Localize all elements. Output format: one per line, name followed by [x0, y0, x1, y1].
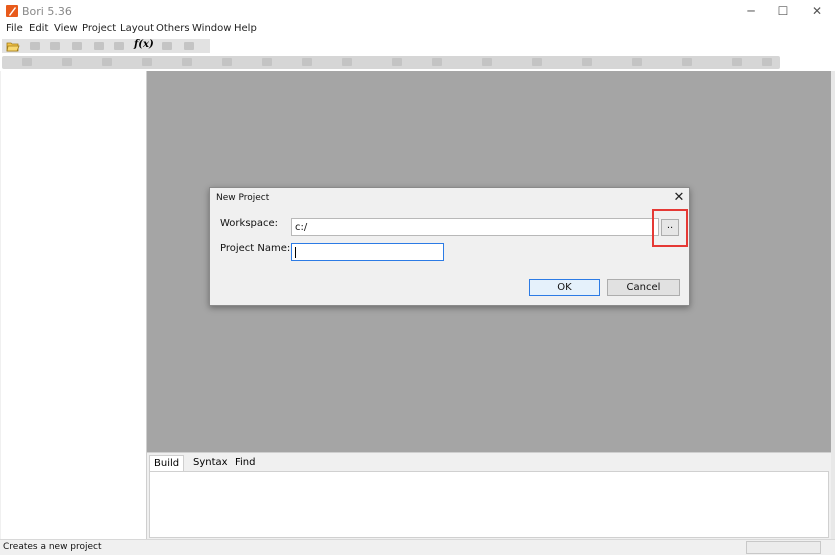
disabled-tool-icon[interactable] — [682, 58, 692, 66]
ok-button[interactable]: OK — [529, 279, 600, 296]
disabled-tool-icon[interactable] — [262, 58, 272, 66]
disabled-tool-icon[interactable] — [482, 58, 492, 66]
disabled-tool-icon[interactable] — [22, 58, 32, 66]
dialog-close-button[interactable]: ✕ — [672, 191, 686, 205]
disabled-tool-icon[interactable] — [162, 42, 172, 50]
tab-build[interactable]: Build — [149, 455, 185, 472]
menu-project[interactable]: Project — [82, 23, 116, 34]
disabled-tool-icon[interactable] — [392, 58, 402, 66]
title-bar: Bori 5.36 ─ ☐ ✕ — [0, 0, 835, 22]
text-caret — [295, 247, 296, 258]
window-title: Bori 5.36 — [22, 5, 72, 18]
disabled-tool-icon[interactable] — [30, 42, 40, 50]
disabled-tool-icon[interactable] — [182, 58, 192, 66]
cancel-button[interactable]: Cancel — [607, 279, 680, 296]
disabled-tool-icon[interactable] — [302, 58, 312, 66]
close-window-button[interactable]: ✕ — [801, 0, 833, 22]
tab-find[interactable]: Find — [231, 455, 260, 472]
workspace-field[interactable]: c:/ — [291, 218, 659, 236]
menu-edit[interactable]: Edit — [29, 23, 48, 34]
menu-file[interactable]: File — [6, 23, 23, 34]
disabled-tool-icon[interactable] — [532, 58, 542, 66]
project-tree-panel[interactable] — [1, 71, 147, 539]
disabled-tool-icon[interactable] — [632, 58, 642, 66]
disabled-tool-icon[interactable] — [432, 58, 442, 66]
workspace-value: c:/ — [295, 222, 308, 233]
menu-view[interactable]: View — [54, 23, 78, 34]
menu-layout[interactable]: Layout — [120, 23, 154, 34]
status-pane — [746, 541, 821, 554]
minimize-button[interactable]: ─ — [735, 0, 767, 22]
output-panel: Build Syntax Find — [147, 452, 831, 539]
app-logo-icon — [6, 5, 18, 17]
disabled-tool-icon[interactable] — [184, 42, 194, 50]
disabled-tool-icon[interactable] — [342, 58, 352, 66]
disabled-tool-icon[interactable] — [50, 42, 60, 50]
menu-window[interactable]: Window — [192, 23, 231, 34]
build-output[interactable] — [149, 471, 829, 538]
menu-bar: File Edit View Project Layout Others Win… — [0, 22, 835, 38]
function-icon[interactable]: f(x) — [134, 39, 154, 50]
disabled-tool-icon[interactable] — [142, 58, 152, 66]
menu-help[interactable]: Help — [234, 23, 257, 34]
disabled-tool-icon[interactable] — [94, 42, 104, 50]
status-message: Creates a new project — [3, 542, 102, 552]
maximize-button[interactable]: ☐ — [767, 0, 799, 22]
toolbar-editor-strip — [2, 56, 780, 69]
project-name-label: Project Name: — [220, 243, 291, 254]
disabled-tool-icon[interactable] — [62, 58, 72, 66]
disabled-tool-icon[interactable] — [102, 58, 112, 66]
disabled-tool-icon[interactable] — [762, 58, 772, 66]
dialog-title: New Project — [216, 193, 270, 203]
folder-open-icon[interactable] — [6, 40, 20, 52]
menu-others[interactable]: Others — [156, 23, 190, 34]
disabled-tool-icon[interactable] — [114, 42, 124, 50]
new-project-dialog: New Project ✕ Workspace: c:/ .. Project … — [209, 187, 690, 306]
tab-syntax[interactable]: Syntax — [189, 455, 232, 472]
toolbar-strip: f(x) — [2, 39, 210, 53]
disabled-tool-icon[interactable] — [582, 58, 592, 66]
workspace-label: Workspace: — [220, 218, 279, 229]
disabled-tool-icon[interactable] — [732, 58, 742, 66]
vertical-scrollbar[interactable] — [831, 71, 835, 539]
disabled-tool-icon[interactable] — [222, 58, 232, 66]
disabled-tool-icon[interactable] — [72, 42, 82, 50]
project-name-field[interactable] — [291, 243, 444, 261]
highlight-annotation — [652, 209, 688, 247]
status-bar: Creates a new project — [0, 539, 835, 555]
